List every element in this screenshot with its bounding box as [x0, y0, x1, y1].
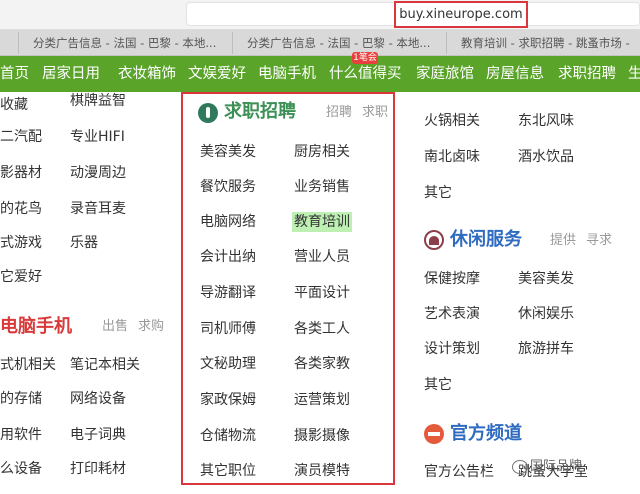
job-category-link[interactable]: 司机师傅: [200, 320, 256, 338]
section-sub-seek[interactable]: 寻求: [586, 232, 612, 250]
category-link[interactable]: 乐器: [70, 234, 98, 252]
section-sub-sell[interactable]: 出售: [102, 318, 128, 336]
section-title-leisure[interactable]: 休闲服务: [450, 229, 522, 251]
category-link[interactable]: 东北风味: [518, 112, 574, 130]
browser-tab[interactable]: 分类广告信息 - 法国 - 巴黎 - 本地...: [18, 32, 232, 54]
nav-item-more[interactable]: 生: [628, 56, 640, 92]
category-link[interactable]: 其它: [424, 184, 452, 202]
section-title-computer[interactable]: 电脑手机: [0, 316, 72, 338]
section-sub-offer[interactable]: 提供: [550, 232, 576, 250]
job-category-link[interactable]: 其它职位: [200, 462, 256, 480]
category-link[interactable]: 酒水饮品: [518, 148, 574, 166]
category-link[interactable]: 美容美发: [518, 270, 574, 288]
job-category-link[interactable]: 导游翻译: [200, 284, 256, 302]
category-link[interactable]: 么设备: [0, 460, 42, 478]
category-link[interactable]: 用软件: [0, 426, 42, 444]
wechat-icon: [512, 460, 528, 474]
job-category-link[interactable]: 厨房相关: [294, 143, 350, 161]
section-title-jobs[interactable]: 求职招聘: [224, 101, 296, 123]
tab-strip: 分类广告信息 - 法国 - 巴黎 - 本地... 分类广告信息 - 法国 - 巴…: [0, 30, 640, 56]
nav-item-computer[interactable]: 电脑手机: [258, 56, 316, 92]
job-category-link-highlighted[interactable]: 教育培训: [292, 212, 352, 232]
category-link[interactable]: 动漫周边: [70, 164, 126, 182]
nav-item-housing[interactable]: 房屋信息: [486, 56, 544, 92]
category-link[interactable]: 其它: [424, 376, 452, 394]
jobs-icon: [198, 103, 218, 123]
section-title-official[interactable]: 官方频道: [450, 423, 522, 445]
section-sub-seeking[interactable]: 求职: [362, 104, 388, 122]
job-category-link[interactable]: 营业人员: [294, 248, 350, 266]
watermark-text: 国际品牌: [530, 459, 583, 474]
job-category-link[interactable]: 电脑网络: [200, 213, 256, 231]
nav-item-hobby[interactable]: 文娱爱好: [188, 56, 246, 92]
official-icon: [424, 424, 444, 444]
job-category-link[interactable]: 仓储物流: [200, 427, 256, 445]
job-category-link[interactable]: 家政保姆: [200, 391, 256, 409]
browser-tab[interactable]: 教育培训 - 求职招聘 - 跳蚤市场 -: [446, 32, 640, 54]
category-link[interactable]: 式游戏: [0, 234, 42, 252]
leisure-icon: [424, 230, 444, 250]
job-category-link[interactable]: 餐饮服务: [200, 178, 256, 196]
section-sub-hiring[interactable]: 招聘: [326, 104, 352, 122]
job-category-link[interactable]: 会计出纳: [200, 248, 256, 266]
nav-item-hostel[interactable]: 家庭旅馆: [416, 56, 474, 92]
category-link[interactable]: 火锅相关: [424, 112, 480, 130]
category-link[interactable]: 的花鸟: [0, 200, 42, 218]
job-category-link[interactable]: 美容美发: [200, 143, 256, 161]
category-link[interactable]: 官方公告栏: [424, 463, 494, 481]
category-link[interactable]: 网络设备: [70, 390, 126, 408]
category-link[interactable]: 它爱好: [0, 268, 42, 286]
category-link[interactable]: 二汽配: [0, 128, 42, 146]
nav-item-fashion[interactable]: 衣妆箱饰: [118, 56, 176, 92]
nav-item-household[interactable]: 居家日用: [42, 56, 100, 92]
job-category-link[interactable]: 演员模特: [294, 462, 350, 480]
nav-item-home[interactable]: 首页: [0, 56, 29, 92]
url-highlight-box[interactable]: buy.xineurope.com: [394, 1, 528, 28]
main-nav: 首页 居家日用 衣妆箱饰 文娱爱好 电脑手机 什么值得买 家庭旅馆 房屋信息 求…: [0, 56, 640, 92]
category-link[interactable]: 电子词典: [70, 426, 126, 444]
job-category-link[interactable]: 运营策划: [294, 391, 350, 409]
section-sub-buy[interactable]: 求购: [138, 318, 164, 336]
category-link[interactable]: 设计策划: [424, 340, 480, 358]
job-category-link[interactable]: 业务销售: [294, 178, 350, 196]
browser-toolbar: buy.xineurope.com: [0, 0, 640, 30]
category-link[interactable]: 旅游拼车: [518, 340, 574, 358]
category-link[interactable]: 录音耳麦: [70, 200, 126, 218]
job-category-link[interactable]: 各类工人: [294, 320, 350, 338]
job-category-link[interactable]: 各类家教: [294, 355, 350, 373]
job-category-link[interactable]: 平面设计: [294, 284, 350, 302]
category-link[interactable]: 笔记本相关: [70, 356, 140, 374]
nav-item-jobs[interactable]: 求职招聘: [558, 56, 616, 92]
nav-badge: 1笔会: [352, 52, 378, 64]
category-link[interactable]: 的存储: [0, 390, 42, 408]
category-link[interactable]: 收藏: [0, 96, 28, 114]
category-link[interactable]: 南北卤味: [424, 148, 480, 166]
job-category-link[interactable]: 文秘助理: [200, 355, 256, 373]
category-link[interactable]: 专业HIFI: [70, 128, 125, 146]
category-link[interactable]: 式机相关: [0, 356, 56, 374]
category-link[interactable]: 打印耗材: [70, 460, 126, 478]
category-link[interactable]: 影器材: [0, 164, 42, 182]
job-category-link[interactable]: 摄影摄像: [294, 427, 350, 445]
category-link[interactable]: 艺术表演: [424, 305, 480, 323]
browser-tab[interactable]: 分类广告信息 - 法国 - 巴黎 - 本地...: [232, 32, 446, 54]
category-link[interactable]: 保健按摩: [424, 270, 480, 288]
category-link[interactable]: 休闲娱乐: [518, 305, 574, 323]
category-link[interactable]: 棋牌益智: [70, 92, 126, 110]
